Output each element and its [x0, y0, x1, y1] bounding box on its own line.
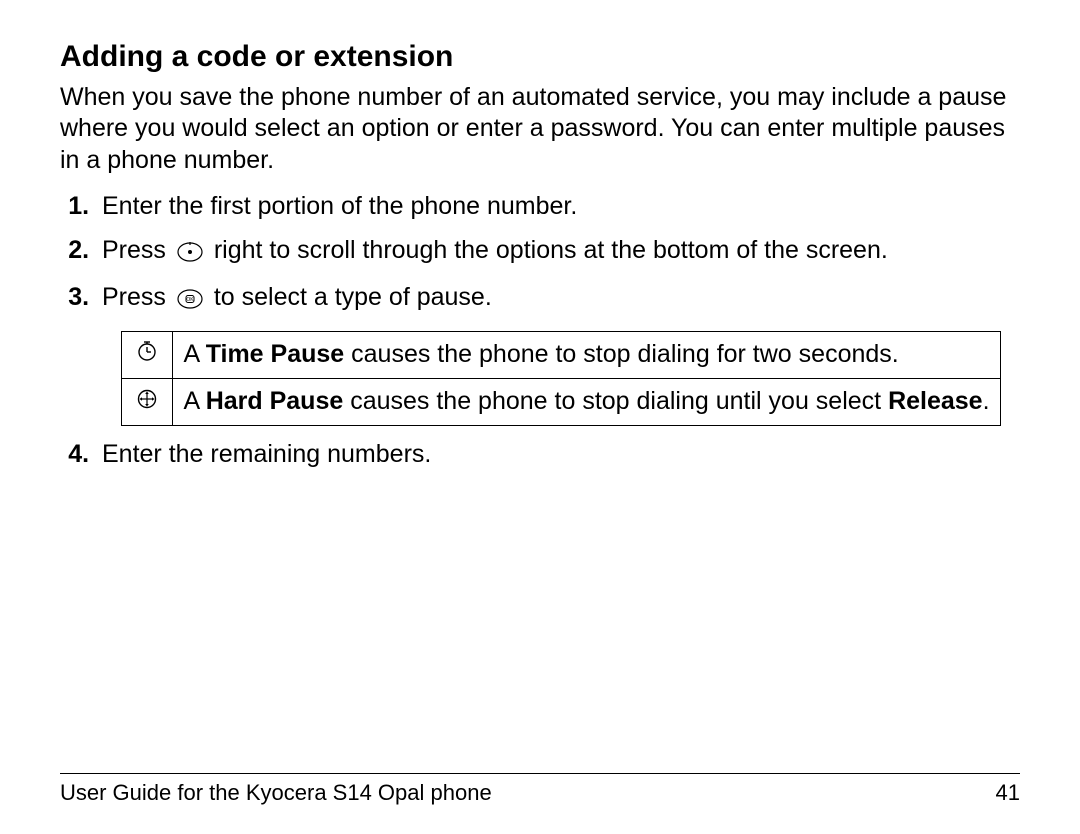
step-1-text: Enter the first portion of the phone num… [102, 192, 577, 220]
hard-pause-desc: A Hard Pause causes the phone to stop di… [173, 378, 1000, 425]
page-footer: User Guide for the Kyocera S14 Opal phon… [60, 773, 1020, 806]
section-heading: Adding a code or extension [60, 40, 1020, 74]
step-4: Enter the remaining numbers. [96, 438, 1020, 472]
step-2: Press right to scroll through the option… [96, 234, 1020, 272]
step-3: Press OK to select a type of pause. [96, 281, 1020, 425]
hard-pause-a: A [183, 387, 205, 415]
time-pause-bold: Time Pause [206, 340, 345, 368]
step-2-text-b: right to scroll through the options at t… [214, 236, 888, 264]
hard-pause-bold2: Release [888, 387, 983, 415]
ok-key-icon: OK [177, 285, 203, 319]
hard-pause-icon [137, 387, 157, 415]
table-row: A Hard Pause causes the phone to stop di… [122, 378, 1000, 425]
svg-text:OK: OK [186, 297, 194, 303]
time-pause-desc: A Time Pause causes the phone to stop di… [173, 332, 1000, 379]
footer-page-number: 41 [996, 780, 1020, 806]
time-pause-a: A [183, 340, 205, 368]
step-1: Enter the first portion of the phone num… [96, 190, 1020, 224]
step-2-text-a: Press [102, 236, 173, 264]
nav-key-icon [177, 238, 203, 272]
pause-types-table: A Time Pause causes the phone to stop di… [121, 331, 1000, 426]
step-4-text: Enter the remaining numbers. [102, 440, 431, 468]
hard-pause-b: causes the phone to stop dialing until y… [343, 387, 888, 415]
time-pause-icon-cell [122, 332, 173, 379]
step-3-text-b: to select a type of pause. [214, 283, 492, 311]
hard-pause-icon-cell [122, 378, 173, 425]
hard-pause-c: . [983, 387, 990, 415]
intro-paragraph: When you save the phone number of an aut… [60, 82, 1020, 176]
manual-page: Adding a code or extension When you save… [0, 0, 1080, 834]
time-pause-icon [137, 340, 157, 368]
time-pause-b: causes the phone to stop dialing for two… [344, 340, 899, 368]
step-3-text-a: Press [102, 283, 173, 311]
table-row: A Time Pause causes the phone to stop di… [122, 332, 1000, 379]
footer-left: User Guide for the Kyocera S14 Opal phon… [60, 780, 492, 806]
hard-pause-bold: Hard Pause [206, 387, 344, 415]
steps-list: Enter the first portion of the phone num… [96, 190, 1020, 472]
